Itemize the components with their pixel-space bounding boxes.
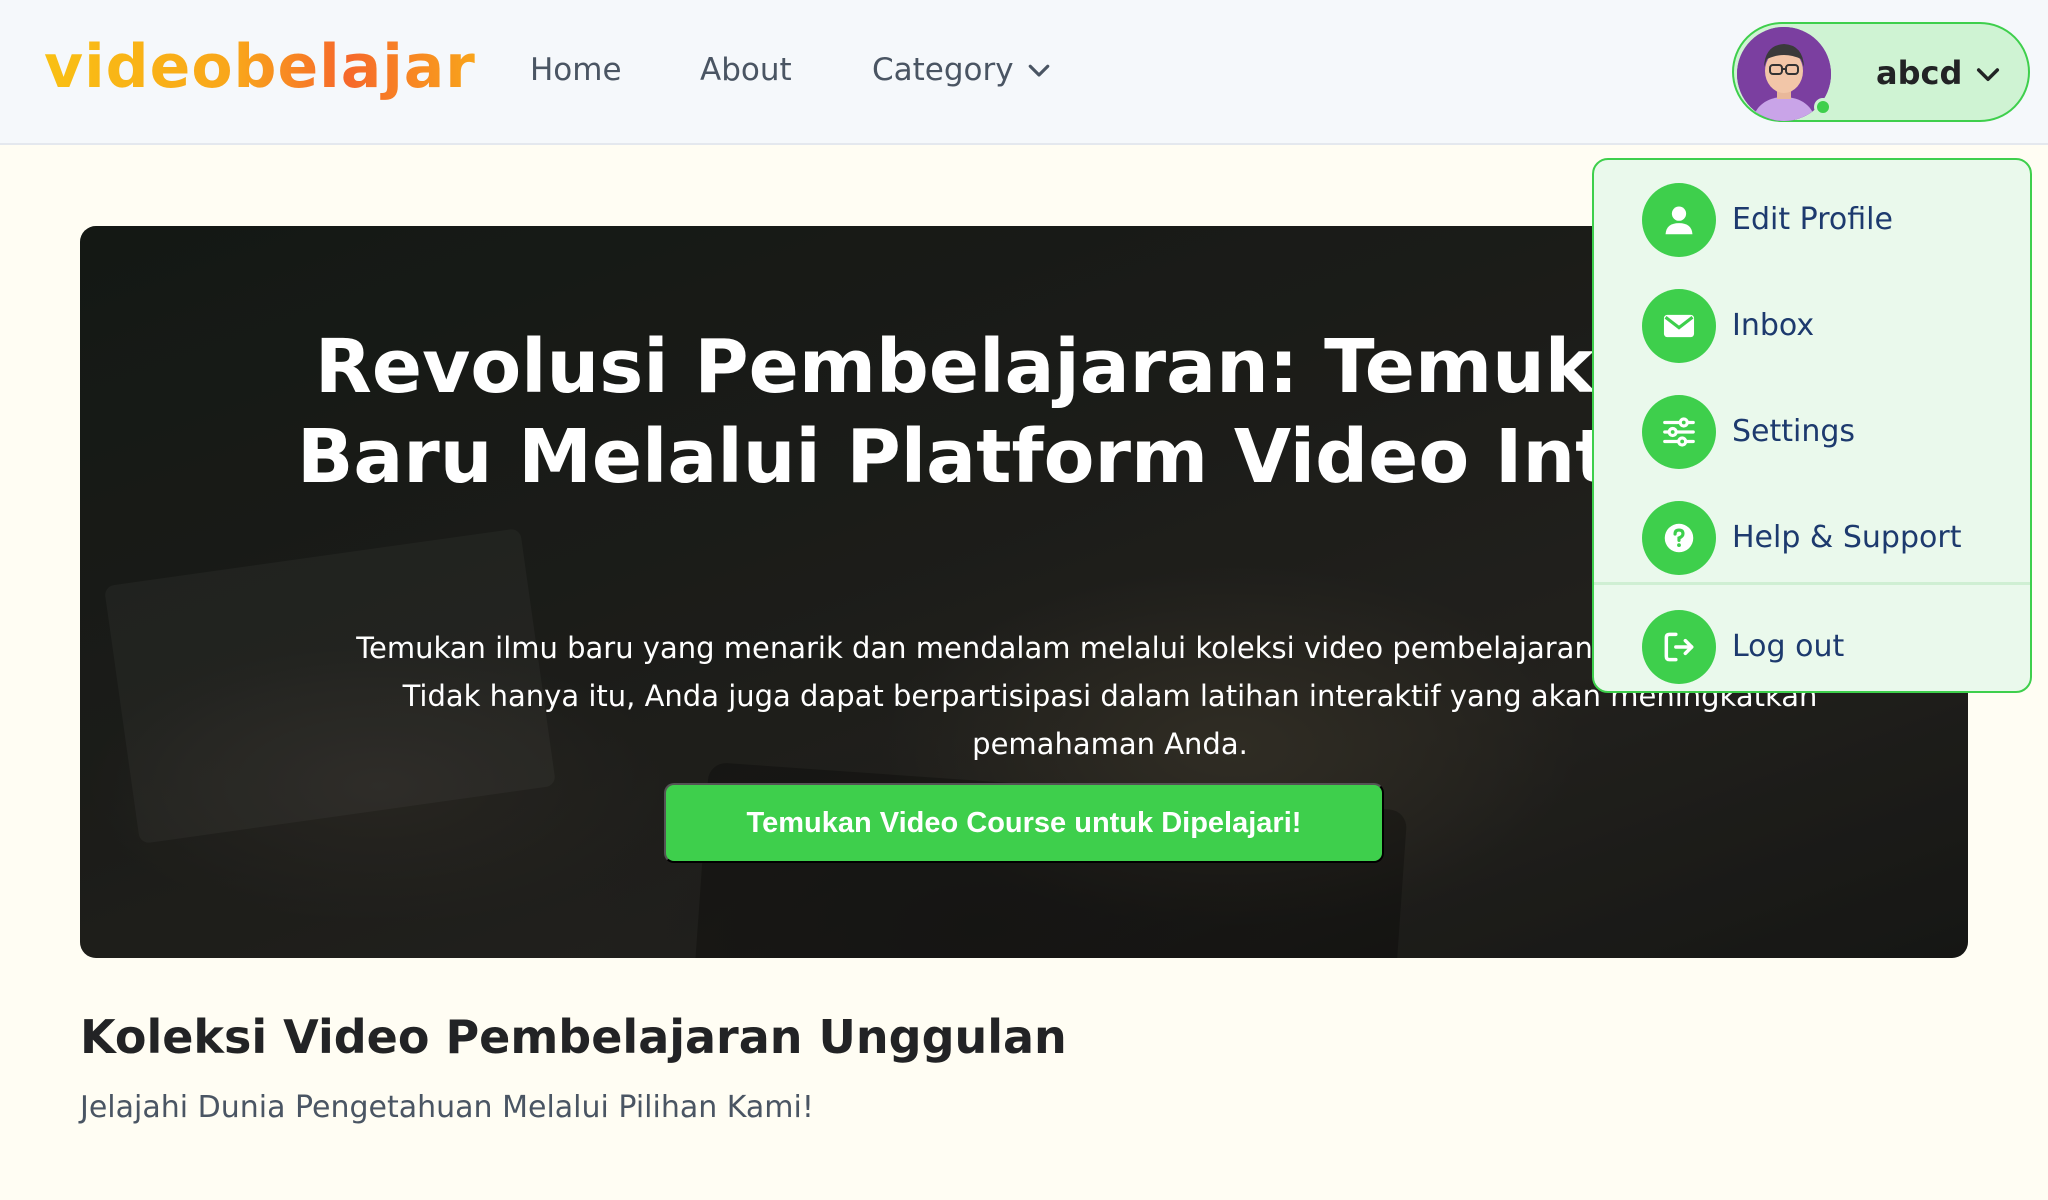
mail-icon [1642,289,1716,363]
logout-icon [1642,610,1716,684]
chevron-down-icon [1976,68,2000,82]
navbar: videobelajar Home About Category abcd [0,0,2048,145]
menu-item-label: Inbox [1732,308,1815,343]
menu-item-label: Log out [1732,629,1845,664]
logo[interactable]: videobelajar [44,32,476,102]
chevron-down-icon [1028,64,1049,77]
menu-item-label: Help & Support [1732,520,1962,555]
menu-item-inbox[interactable]: Inbox [1594,272,2030,372]
help-icon [1642,501,1716,575]
menu-item-settings[interactable]: Settings [1594,378,2030,478]
nav-category-label: Category [872,52,1014,88]
nav-home[interactable]: Home [530,52,622,88]
profile-menu-button[interactable]: abcd [1732,22,2030,122]
menu-item-log-out[interactable]: Log out [1594,593,2030,691]
menu-item-edit-profile[interactable]: Edit Profile [1594,166,2030,266]
profile-name: abcd [1876,54,1963,92]
menu-item-label: Settings [1732,414,1856,449]
online-status-dot [1814,98,1832,116]
profile-dropdown-menu: Edit Profile Inbox Settings Help & Suppo… [1592,158,2032,693]
nav-about[interactable]: About [700,52,792,88]
section-title: Koleksi Video Pembelajaran Unggulan [80,1010,1067,1064]
nav-category[interactable]: Category [872,52,1054,88]
menu-divider [1594,582,2030,585]
user-icon [1642,183,1716,257]
section-subtitle: Jelajahi Dunia Pengetahuan Melalui Pilih… [80,1090,814,1125]
menu-item-label: Edit Profile [1732,202,1893,237]
menu-item-help-support[interactable]: Help & Support [1594,484,2030,584]
sliders-icon [1642,395,1716,469]
hero-cta-button[interactable]: Temukan Video Course untuk Dipelajari! [664,783,1384,863]
